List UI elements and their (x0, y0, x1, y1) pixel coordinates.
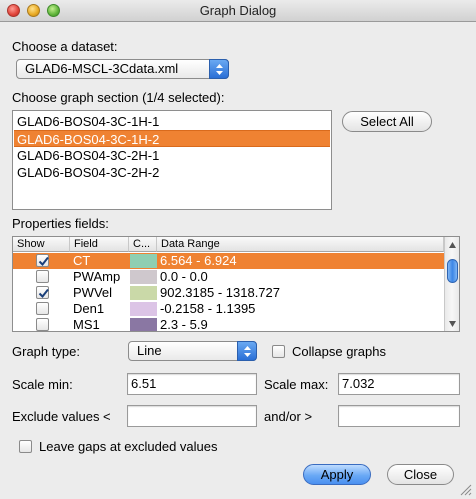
show-checkbox[interactable] (36, 302, 49, 315)
color-swatch[interactable] (130, 302, 157, 316)
field-name: PWAmp (73, 269, 121, 284)
scale-min-input[interactable]: 6.51 (127, 373, 257, 395)
sections-label: Choose graph section (1/4 selected): (12, 90, 225, 105)
field-name: Den1 (73, 301, 105, 316)
apply-button[interactable]: Apply (303, 464, 371, 485)
table-row[interactable]: PWVel 902.3185 - 1318.727 (13, 285, 444, 301)
exclude-less-input[interactable] (127, 405, 257, 427)
collapse-graphs-label: Collapse graphs (292, 344, 386, 359)
dataset-label: Choose a dataset: (12, 39, 118, 54)
table-row[interactable]: Den1 -0.2158 - 1.1395 (13, 301, 444, 317)
properties-table[interactable]: Show Field C... Data Range CT 6.564 - 6.… (12, 236, 460, 332)
graph-type-value: Line (137, 343, 162, 358)
data-range: 2.3 - 5.9 (160, 317, 208, 332)
field-name: CT (73, 253, 91, 268)
updown-arrows-icon (237, 341, 257, 361)
table-row[interactable]: PWAmp 0.0 - 0.0 (13, 269, 444, 285)
section-item[interactable]: GLAD6-BOS04-3C-2H-1 (14, 147, 330, 164)
properties-label: Properties fields: (12, 216, 109, 231)
sections-list[interactable]: GLAD6-BOS04-3C-1H-1 GLAD6-BOS04-3C-1H-2 … (12, 110, 332, 210)
select-all-button[interactable]: Select All (342, 111, 432, 132)
table-row[interactable]: MS1 2.3 - 5.9 (13, 317, 444, 332)
exclude-greater-input[interactable] (338, 405, 460, 427)
scale-max-input[interactable]: 7.032 (338, 373, 460, 395)
color-swatch[interactable] (130, 270, 157, 284)
dataset-select[interactable]: GLAD6-MSCL-3Cdata.xml (16, 59, 229, 79)
scrollbar-thumb[interactable] (447, 259, 458, 283)
data-range: -0.2158 - 1.1395 (160, 301, 256, 316)
exclude-label: Exclude values < (12, 409, 111, 424)
section-item[interactable]: GLAD6-BOS04-3C-1H-1 (14, 113, 330, 130)
column-header-color[interactable]: C... (129, 237, 157, 252)
data-range: 6.564 - 6.924 (160, 253, 237, 268)
section-item-selected[interactable]: GLAD6-BOS04-3C-1H-2 (14, 130, 330, 147)
field-name: PWVel (73, 285, 113, 300)
color-swatch[interactable] (130, 318, 157, 331)
data-range: 0.0 - 0.0 (160, 269, 208, 284)
column-header-field[interactable]: Field (70, 237, 129, 252)
table-scrollbar[interactable] (444, 237, 459, 331)
scroll-down-icon[interactable] (448, 320, 457, 328)
table-row[interactable]: CT 6.564 - 6.924 (13, 253, 444, 269)
column-header-range[interactable]: Data Range (157, 237, 444, 252)
graph-type-select[interactable]: Line (128, 341, 257, 361)
exclude-or-label: and/or > (264, 409, 313, 424)
close-button[interactable]: Close (387, 464, 454, 485)
leave-gaps-checkbox[interactable] (19, 440, 32, 453)
show-checkbox[interactable] (36, 286, 49, 299)
show-checkbox[interactable] (36, 270, 49, 283)
scale-min-label: Scale min: (12, 377, 73, 392)
window-title: Graph Dialog (199, 3, 277, 18)
title-bar: Graph Dialog (0, 0, 476, 22)
scale-max-label: Scale max: (264, 377, 329, 392)
dataset-select-value: GLAD6-MSCL-3Cdata.xml (25, 61, 179, 76)
section-item[interactable]: GLAD6-BOS04-3C-2H-2 (14, 164, 330, 181)
scroll-up-icon[interactable] (448, 241, 457, 249)
column-header-show[interactable]: Show (13, 237, 70, 252)
updown-arrows-icon (209, 59, 229, 79)
show-checkbox[interactable] (36, 254, 49, 267)
color-swatch[interactable] (130, 286, 157, 300)
field-name: MS1 (73, 317, 100, 332)
color-swatch[interactable] (130, 254, 157, 268)
show-checkbox[interactable] (36, 318, 49, 331)
collapse-graphs-checkbox[interactable] (272, 345, 285, 358)
data-range: 902.3185 - 1318.727 (160, 285, 280, 300)
resize-grip-icon[interactable] (458, 482, 472, 496)
leave-gaps-label: Leave gaps at excluded values (39, 439, 218, 454)
graph-type-label: Graph type: (12, 344, 80, 359)
